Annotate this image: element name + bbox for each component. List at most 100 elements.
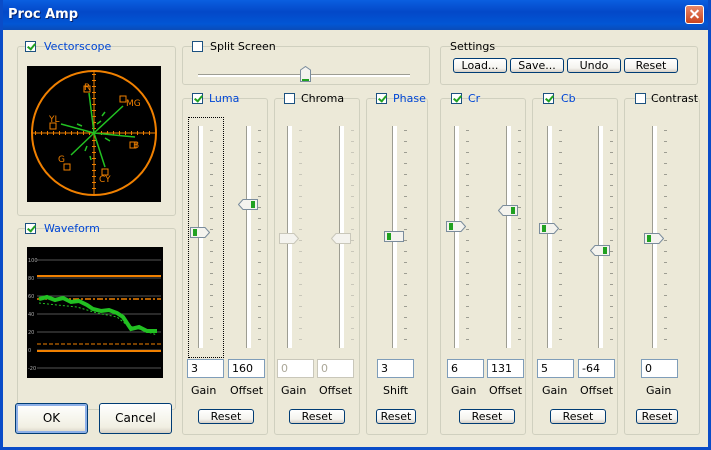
vs-target-b: B xyxy=(133,141,139,151)
slider-tick xyxy=(404,152,407,153)
cr-gain-field[interactable]: 6 xyxy=(447,359,484,378)
slider-tick xyxy=(258,328,261,329)
reset-settings-button[interactable]: Reset xyxy=(624,58,678,73)
ok-button[interactable]: OK xyxy=(15,403,88,434)
luma-reset-button[interactable]: Reset xyxy=(198,409,254,424)
slider-thumb[interactable] xyxy=(190,227,211,238)
slider-tick xyxy=(258,229,261,230)
slider-thumb[interactable] xyxy=(330,233,351,244)
cb-reset-button[interactable]: Reset xyxy=(550,409,606,424)
chroma-gain-field[interactable]: 0 xyxy=(277,359,314,378)
slider-track[interactable] xyxy=(547,126,552,348)
cb-gain-slider[interactable] xyxy=(537,126,563,348)
slider-thumb[interactable] xyxy=(589,245,610,256)
vectorscope-label: Vectorscope xyxy=(44,40,112,53)
chroma-checkbox[interactable] xyxy=(284,93,295,104)
slider-tick xyxy=(299,251,302,252)
slider-tick xyxy=(404,295,407,296)
cb-checkbox[interactable] xyxy=(543,93,554,104)
slider-tick xyxy=(404,130,407,131)
slider-tick xyxy=(210,273,213,274)
vs-target-r: R xyxy=(84,83,90,93)
chroma-offset-slider[interactable] xyxy=(329,126,355,348)
slider-track[interactable] xyxy=(246,126,251,348)
slider-thumb[interactable] xyxy=(279,233,300,244)
contrast-reset-button[interactable]: Reset xyxy=(636,409,678,424)
undo-button[interactable]: Undo xyxy=(567,58,621,73)
slider-tick xyxy=(299,130,302,131)
close-icon[interactable] xyxy=(685,5,704,24)
slider-tick xyxy=(351,207,354,208)
save-button[interactable]: Save... xyxy=(510,58,564,73)
slider-tick xyxy=(258,174,261,175)
cancel-button[interactable]: Cancel xyxy=(99,403,172,434)
contrast-gain-field[interactable]: 0 xyxy=(641,359,678,378)
slider-tick xyxy=(299,317,302,318)
slider-track[interactable] xyxy=(454,126,459,348)
cb-offset-slider[interactable] xyxy=(588,126,614,348)
contrast-gain-label: Gain xyxy=(646,384,672,397)
slider-tick xyxy=(518,130,521,131)
phase-shift-slider[interactable] xyxy=(382,126,408,348)
vectorscope-checkbox[interactable] xyxy=(25,41,36,52)
slider-thumb[interactable] xyxy=(237,199,258,210)
slider-tick xyxy=(466,240,469,241)
cb-offset-field[interactable]: -64 xyxy=(578,359,615,378)
waveform-checkbox[interactable] xyxy=(25,223,36,234)
slider-tick xyxy=(351,328,354,329)
luma-gain-field[interactable]: 3 xyxy=(187,359,224,378)
slider-track[interactable] xyxy=(598,126,603,348)
cr-offset-slider[interactable] xyxy=(496,126,522,348)
slider-tick xyxy=(351,141,354,142)
slider-tick xyxy=(664,273,667,274)
slider-tick xyxy=(610,328,613,329)
contrast-checkbox[interactable] xyxy=(635,93,646,104)
slider-tick xyxy=(559,152,562,153)
phase-checkbox[interactable] xyxy=(376,93,387,104)
split-screen-thumb[interactable] xyxy=(300,65,311,82)
slider-thumb[interactable] xyxy=(384,231,404,242)
slider-tick xyxy=(466,229,469,230)
slider-track[interactable] xyxy=(506,126,511,348)
slider-tick xyxy=(210,152,213,153)
cb-gain-field[interactable]: 5 xyxy=(537,359,574,378)
slider-tick xyxy=(559,130,562,131)
chroma-gain-label: Gain xyxy=(281,384,307,397)
chroma-offset-field[interactable]: 0 xyxy=(317,359,354,378)
slider-tick xyxy=(351,196,354,197)
slider-tick xyxy=(559,229,562,230)
slider-tick xyxy=(610,130,613,131)
chroma-reset-button[interactable]: Reset xyxy=(289,409,345,424)
slider-tick xyxy=(518,262,521,263)
luma-offset-field[interactable]: 160 xyxy=(228,359,265,378)
slider-tick xyxy=(610,284,613,285)
split-screen-checkbox[interactable] xyxy=(192,41,203,52)
slider-thumb[interactable] xyxy=(539,223,560,234)
slider-tick xyxy=(351,317,354,318)
cr-gain-slider[interactable] xyxy=(444,126,470,348)
luma-offset-slider[interactable] xyxy=(236,126,262,348)
cr-reset-button[interactable]: Reset xyxy=(459,409,515,424)
window-title: Proc Amp xyxy=(8,7,79,22)
cr-offset-field[interactable]: 131 xyxy=(487,359,524,378)
slider-thumb[interactable] xyxy=(497,205,518,216)
slider-tick xyxy=(351,295,354,296)
slider-tick xyxy=(299,262,302,263)
luma-checkbox[interactable] xyxy=(192,93,203,104)
vectorscope-graticule: R MG B CY G YL xyxy=(31,70,157,196)
phase-shift-field[interactable]: 3 xyxy=(377,359,414,378)
phase-reset-button[interactable]: Reset xyxy=(376,409,416,424)
slider-tick xyxy=(299,284,302,285)
chroma-gain-slider[interactable] xyxy=(277,126,303,348)
slider-thumb[interactable] xyxy=(644,233,665,244)
slider-thumb[interactable] xyxy=(446,221,467,232)
slider-tick xyxy=(210,306,213,307)
cr-checkbox[interactable] xyxy=(451,93,462,104)
waveform-display: 100 80 60 40 20 0 -20 xyxy=(27,247,163,378)
slider-tick xyxy=(258,196,261,197)
contrast-gain-slider[interactable] xyxy=(642,126,668,348)
load-button[interactable]: Load... xyxy=(453,58,507,73)
slider-tick xyxy=(210,130,213,131)
luma-gain-slider[interactable] xyxy=(188,126,214,348)
wf-scale-minus20: -20 xyxy=(28,366,36,372)
